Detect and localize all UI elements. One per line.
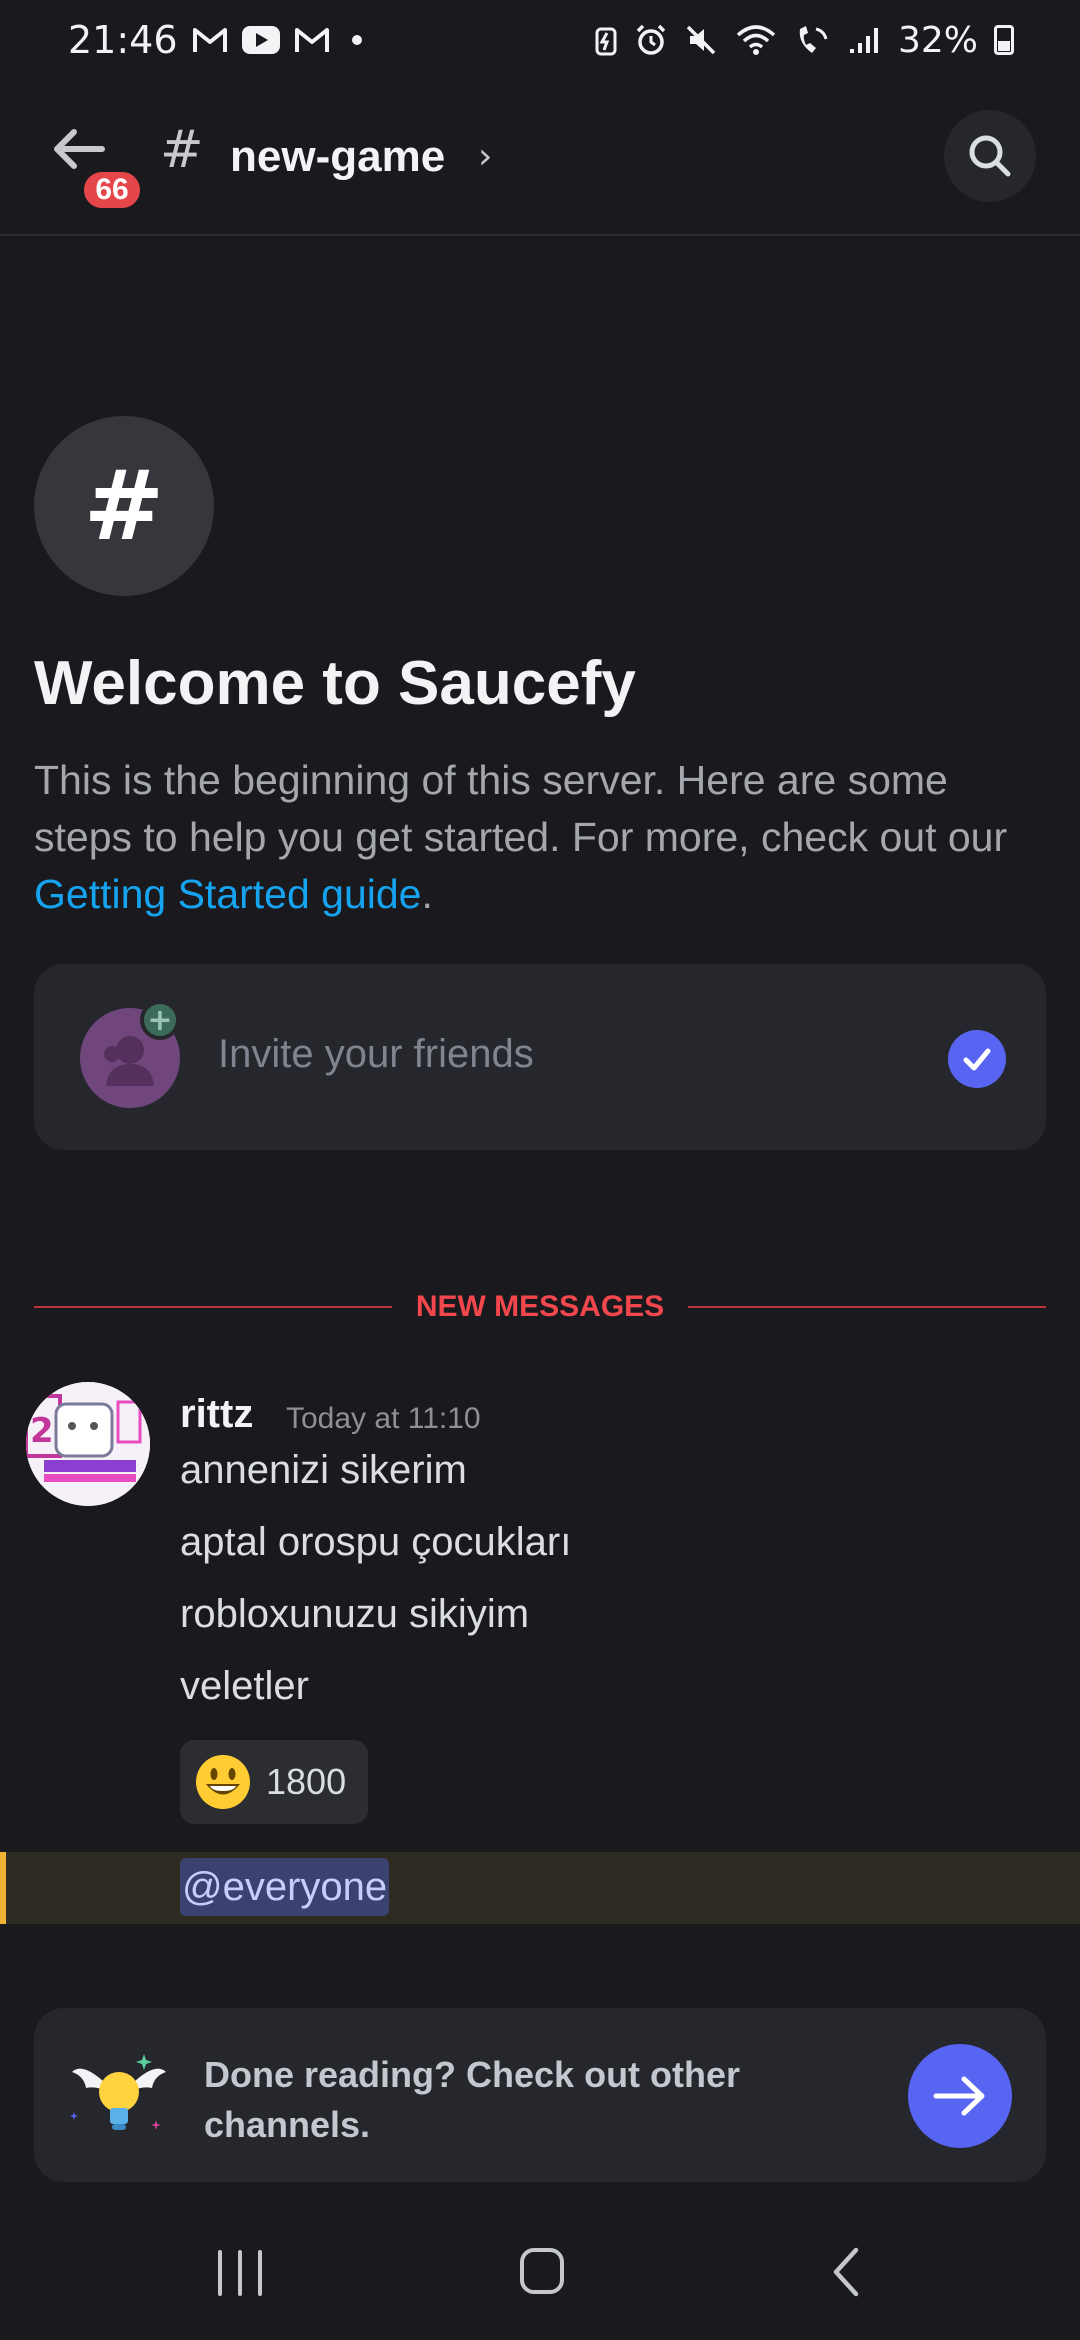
status-bar: 21:46 32%	[0, 0, 1080, 80]
status-right: 32%	[594, 20, 1014, 61]
welcome-description: This is the beginning of this server. He…	[34, 752, 1044, 923]
system-back-button[interactable]	[826, 2242, 866, 2302]
signal-icon	[849, 28, 878, 53]
recents-button[interactable]	[218, 2250, 262, 2296]
invite-friends-label: Invite your friends	[218, 1032, 534, 1076]
everyone-mention[interactable]: @everyone	[180, 1858, 390, 1916]
mute-icon	[686, 25, 716, 55]
mention-highlight-row[interactable]: @everyone	[0, 1852, 1080, 1924]
message-line[interactable]: aptal orospu çocukları	[180, 1520, 571, 1565]
message-author[interactable]: rittz	[180, 1392, 253, 1437]
grinning-face-emoji-icon	[196, 1755, 250, 1809]
wifi-icon	[736, 25, 776, 55]
divider-line-right	[688, 1306, 1046, 1308]
unread-mentions-badge: 66	[78, 166, 146, 214]
getting-started-link[interactable]: Getting Started guide	[34, 871, 421, 917]
invite-friends-card[interactable]: + Invite your friends	[34, 964, 1046, 1150]
welcome-description-end: .	[421, 871, 433, 917]
gmail-icon-2	[294, 28, 329, 52]
channel-icon: #	[34, 416, 214, 596]
search-icon	[969, 135, 1011, 177]
youtube-icon	[241, 26, 280, 54]
channel-header: 66 # new-game ›	[0, 80, 1080, 236]
avatar[interactable]: 23	[26, 1382, 150, 1506]
status-time: 21:46	[68, 18, 178, 62]
status-left: 21:46	[68, 18, 362, 62]
reaction-button[interactable]: 1800	[180, 1740, 368, 1824]
home-button[interactable]	[520, 2248, 564, 2294]
wifi-calling-icon	[799, 26, 828, 53]
add-icon: +	[140, 1000, 180, 1040]
chevron-right-icon[interactable]: ›	[478, 136, 492, 177]
gmail-icon	[192, 28, 227, 52]
winged-lightbulb-icon	[70, 2054, 166, 2130]
battery-saver-icon	[595, 27, 617, 56]
message-line[interactable]: robloxunuzu sikiyim	[180, 1592, 529, 1637]
channel-hash-icon: #	[160, 120, 204, 180]
message-line[interactable]: veletler	[180, 1664, 309, 1709]
checkmark-icon	[948, 1030, 1006, 1088]
done-reading-card[interactable]: Done reading? Check out other channels.	[34, 2008, 1046, 2182]
reaction-count: 1800	[266, 1761, 347, 1802]
search-button[interactable]	[944, 110, 1036, 202]
channel-title[interactable]: new-game	[230, 132, 445, 182]
welcome-title: Welcome to Saucefy	[34, 649, 636, 718]
arrow-right-icon	[933, 2076, 985, 2116]
message-timestamp: Today at 11:10	[286, 1402, 481, 1435]
welcome-description-text: This is the beginning of this server. He…	[34, 757, 1008, 860]
battery-percent: 32%	[897, 19, 978, 61]
divider-line-left	[34, 1306, 392, 1308]
new-messages-divider: NEW MESSAGES	[34, 1290, 1046, 1324]
message-line[interactable]: annenizi sikerim	[180, 1448, 467, 1493]
new-messages-label: NEW MESSAGES	[415, 1290, 665, 1323]
mention-indicator-bar	[0, 1852, 6, 1924]
more-notifications-dot	[351, 35, 362, 45]
done-reading-text: Done reading? Check out other channels.	[204, 2054, 741, 2145]
alarm-icon	[636, 24, 666, 55]
system-navigation-bar	[0, 2220, 1080, 2340]
battery-icon	[994, 25, 1014, 55]
next-channel-button[interactable]	[908, 2044, 1012, 2148]
